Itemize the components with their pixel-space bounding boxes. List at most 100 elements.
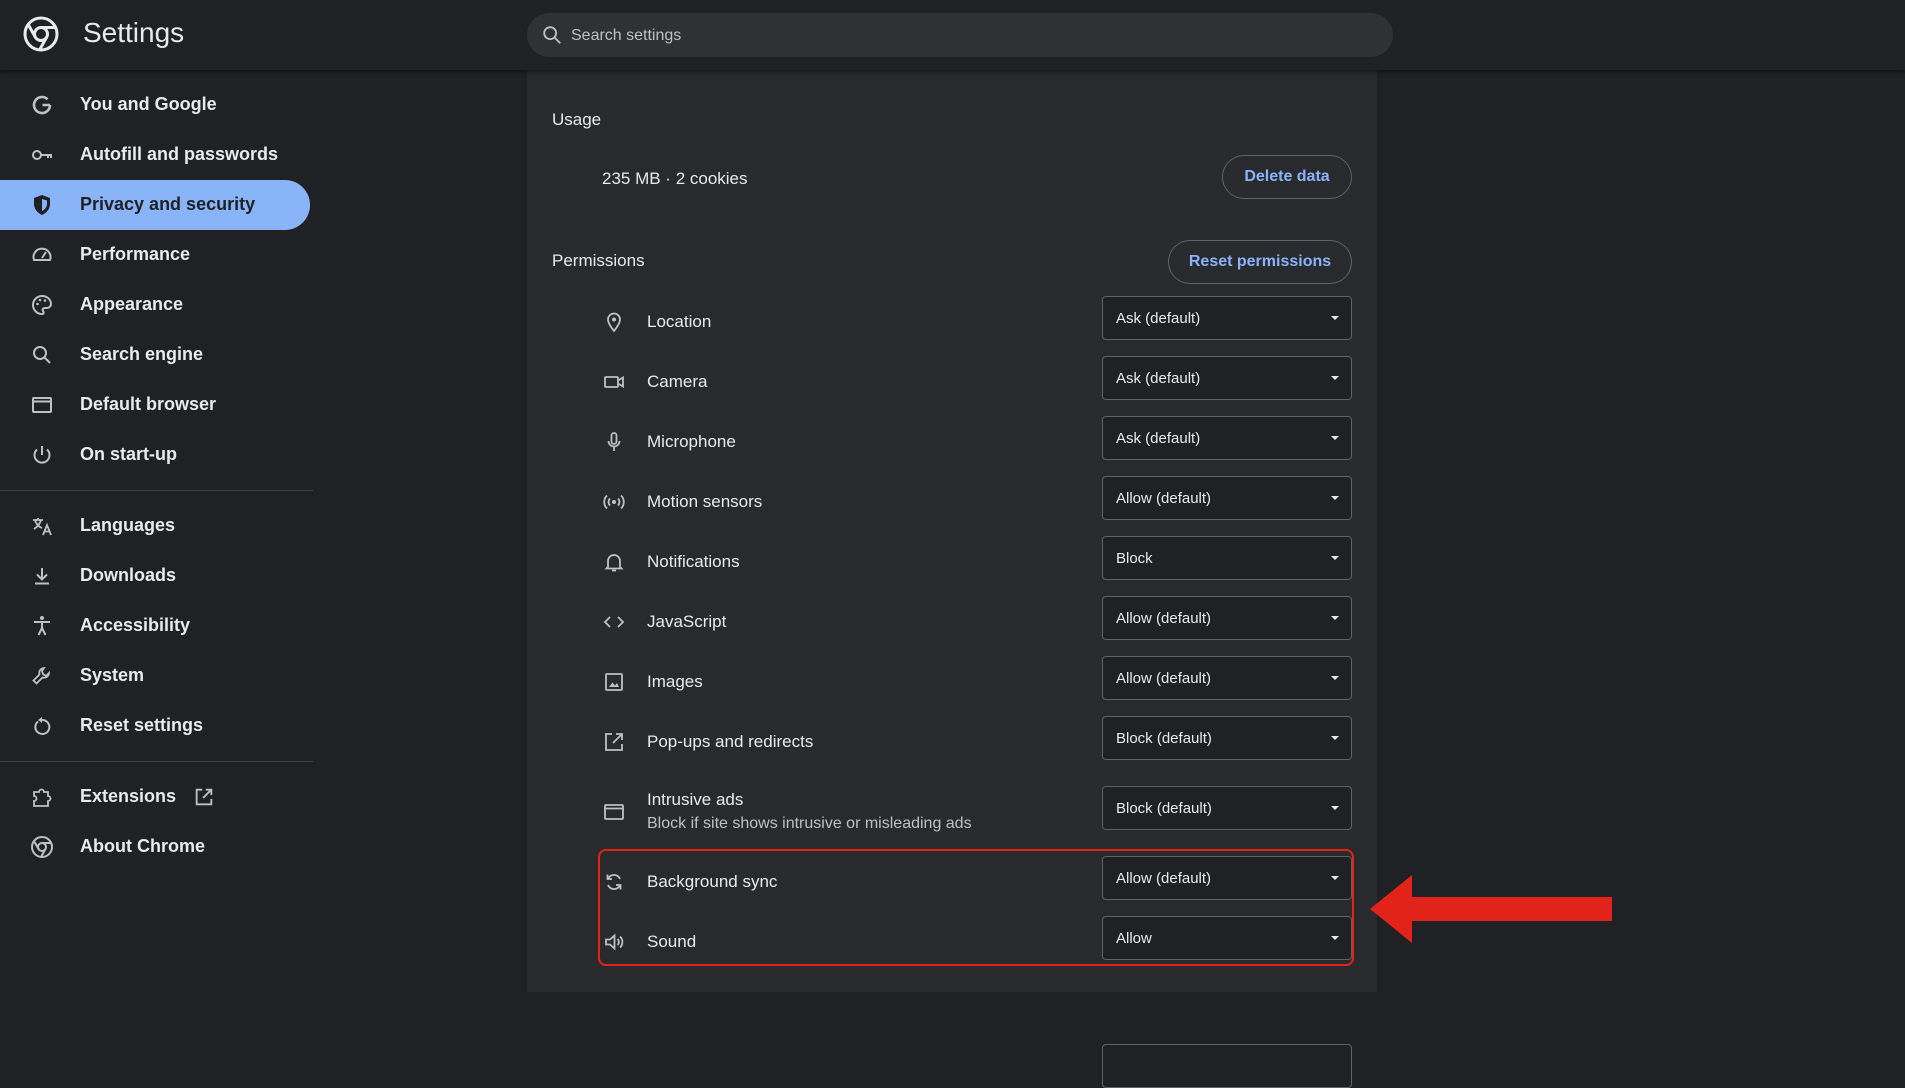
selected-value: Block (default) bbox=[1116, 800, 1212, 817]
puzzle-icon bbox=[30, 785, 54, 809]
permission-row-images: Images Allow (default) bbox=[602, 654, 1352, 710]
search-input[interactable] bbox=[569, 13, 1373, 59]
motion-sensors-select[interactable]: Allow (default) bbox=[1102, 476, 1352, 520]
sidebar-item-on-start-up[interactable]: On start-up bbox=[0, 430, 310, 480]
camera-select[interactable]: Ask (default) bbox=[1102, 356, 1352, 400]
translate-icon bbox=[30, 514, 54, 538]
selected-value: Allow (default) bbox=[1116, 490, 1212, 507]
dropdown-caret-icon bbox=[1331, 736, 1339, 740]
sidebar-item-label: Languages bbox=[80, 515, 176, 535]
sidebar-item-label: Appearance bbox=[80, 294, 184, 314]
shield-icon bbox=[30, 193, 54, 217]
reset-icon bbox=[30, 714, 54, 738]
microphone-icon bbox=[602, 430, 626, 454]
sidebar-item-about-chrome[interactable]: About Chrome bbox=[0, 822, 310, 872]
sidebar-item-you-and-google[interactable]: You and Google bbox=[0, 80, 310, 130]
top-bar: Settings bbox=[0, 0, 1905, 70]
location-select[interactable]: Ask (default) bbox=[1102, 296, 1352, 340]
permission-row-javascript: JavaScript Allow (default) bbox=[602, 594, 1352, 650]
usage-heading: Usage bbox=[552, 110, 602, 129]
selected-value: Block bbox=[1116, 550, 1153, 567]
search-icon bbox=[541, 24, 563, 46]
dropdown-caret-icon bbox=[1331, 376, 1339, 380]
sidebar-item-downloads[interactable]: Downloads bbox=[0, 551, 310, 601]
google-g-icon bbox=[30, 93, 54, 117]
sidebar-item-label: Downloads bbox=[80, 565, 177, 585]
microphone-select[interactable]: Ask (default) bbox=[1102, 416, 1352, 460]
sidebar-item-system[interactable]: System bbox=[0, 651, 310, 701]
permission-label: Pop-ups and redirects bbox=[647, 732, 814, 751]
permission-row-motion-sensors: Motion sensors Allow (default) bbox=[602, 474, 1352, 530]
search-bar[interactable] bbox=[527, 13, 1393, 59]
sidebar-item-label: On start-up bbox=[80, 444, 177, 464]
location-pin-icon bbox=[602, 310, 626, 334]
download-icon bbox=[30, 564, 54, 588]
javascript-select[interactable]: Allow (default) bbox=[1102, 596, 1352, 640]
dropdown-caret-icon bbox=[1331, 316, 1339, 320]
selected-value: Allow (default) bbox=[1116, 610, 1212, 627]
sidebar-item-label: Search engine bbox=[80, 344, 204, 364]
sidebar-item-appearance[interactable]: Appearance bbox=[0, 280, 310, 330]
annotation-highlight-box bbox=[598, 849, 1354, 966]
sidebar-item-label: Extensions bbox=[80, 786, 177, 806]
dropdown-caret-icon bbox=[1331, 676, 1339, 680]
dropdown-caret-icon bbox=[1331, 806, 1339, 810]
selected-value: Ask (default) bbox=[1116, 430, 1201, 447]
bell-icon bbox=[602, 550, 626, 574]
popups-select[interactable]: Block (default) bbox=[1102, 716, 1352, 760]
sidebar-item-label: System bbox=[80, 665, 145, 685]
sidebar-item-autofill[interactable]: Autofill and passwords bbox=[0, 130, 310, 180]
ads-window-icon bbox=[602, 800, 626, 824]
sidebar-item-privacy[interactable]: Privacy and security bbox=[0, 180, 310, 230]
search-icon bbox=[30, 343, 54, 367]
sidebar-item-label: Accessibility bbox=[80, 615, 191, 635]
permission-label: Motion sensors bbox=[647, 492, 763, 511]
sidebar-item-search-engine[interactable]: Search engine bbox=[0, 330, 310, 380]
code-icon bbox=[602, 610, 626, 634]
selected-value: Ask (default) bbox=[1116, 310, 1201, 327]
dropdown-caret-icon bbox=[1331, 436, 1339, 440]
permission-row-notifications: Notifications Block bbox=[602, 534, 1352, 590]
selected-value: Ask (default) bbox=[1116, 370, 1201, 387]
sidebar-item-label: Performance bbox=[80, 244, 191, 264]
reset-permissions-button[interactable]: Reset permissions bbox=[1168, 240, 1352, 284]
palette-icon bbox=[30, 293, 54, 317]
browser-window-icon bbox=[30, 393, 54, 417]
permission-row-partial bbox=[602, 974, 1352, 1088]
sidebar-item-label: You and Google bbox=[80, 94, 217, 114]
sidebar-item-reset-settings[interactable]: Reset settings bbox=[0, 701, 310, 751]
notifications-select[interactable]: Block bbox=[1102, 536, 1352, 580]
permission-label: Notifications bbox=[647, 552, 740, 571]
permission-row-intrusive-ads: Intrusive ads Block if site shows intrus… bbox=[602, 784, 1352, 840]
chrome-logo-icon bbox=[23, 16, 59, 52]
sidebar-item-label: Autofill and passwords bbox=[80, 144, 279, 164]
permission-label: Images bbox=[647, 672, 703, 691]
selected-value: Block (default) bbox=[1116, 730, 1212, 747]
sidebar-item-default-browser[interactable]: Default browser bbox=[0, 380, 310, 430]
delete-data-button[interactable]: Delete data bbox=[1222, 155, 1352, 199]
sidebar-item-languages[interactable]: Languages bbox=[0, 501, 310, 551]
open-in-new-icon bbox=[602, 730, 626, 754]
page-title: Settings bbox=[83, 17, 185, 48]
partial-select[interactable] bbox=[1102, 1044, 1352, 1088]
permissions-heading: Permissions bbox=[552, 251, 645, 270]
sidebar-item-label: Default browser bbox=[80, 394, 217, 414]
power-icon bbox=[30, 443, 54, 467]
sidebar-item-label: Reset settings bbox=[80, 715, 204, 735]
camera-icon bbox=[602, 370, 626, 394]
images-select[interactable]: Allow (default) bbox=[1102, 656, 1352, 700]
permission-label: Microphone bbox=[647, 432, 736, 451]
sidebar-item-extensions[interactable]: Extensions bbox=[0, 772, 310, 822]
intrusive-ads-select[interactable]: Block (default) bbox=[1102, 786, 1352, 830]
permission-row-camera: Camera Ask (default) bbox=[602, 354, 1352, 410]
permission-label: JavaScript bbox=[647, 612, 727, 631]
key-icon bbox=[30, 143, 54, 167]
sidebar-divider bbox=[0, 490, 313, 491]
sidebar-item-performance[interactable]: Performance bbox=[0, 230, 310, 280]
sidebar-item-accessibility[interactable]: Accessibility bbox=[0, 601, 310, 651]
annotation-arrow-icon bbox=[1370, 875, 1612, 943]
permission-sublabel: Block if site shows intrusive or mislead… bbox=[647, 815, 972, 832]
usage-summary: 235 MB · 2 cookies bbox=[602, 169, 748, 188]
sidebar-item-label: About Chrome bbox=[80, 836, 205, 856]
permission-label: Location bbox=[647, 312, 712, 331]
